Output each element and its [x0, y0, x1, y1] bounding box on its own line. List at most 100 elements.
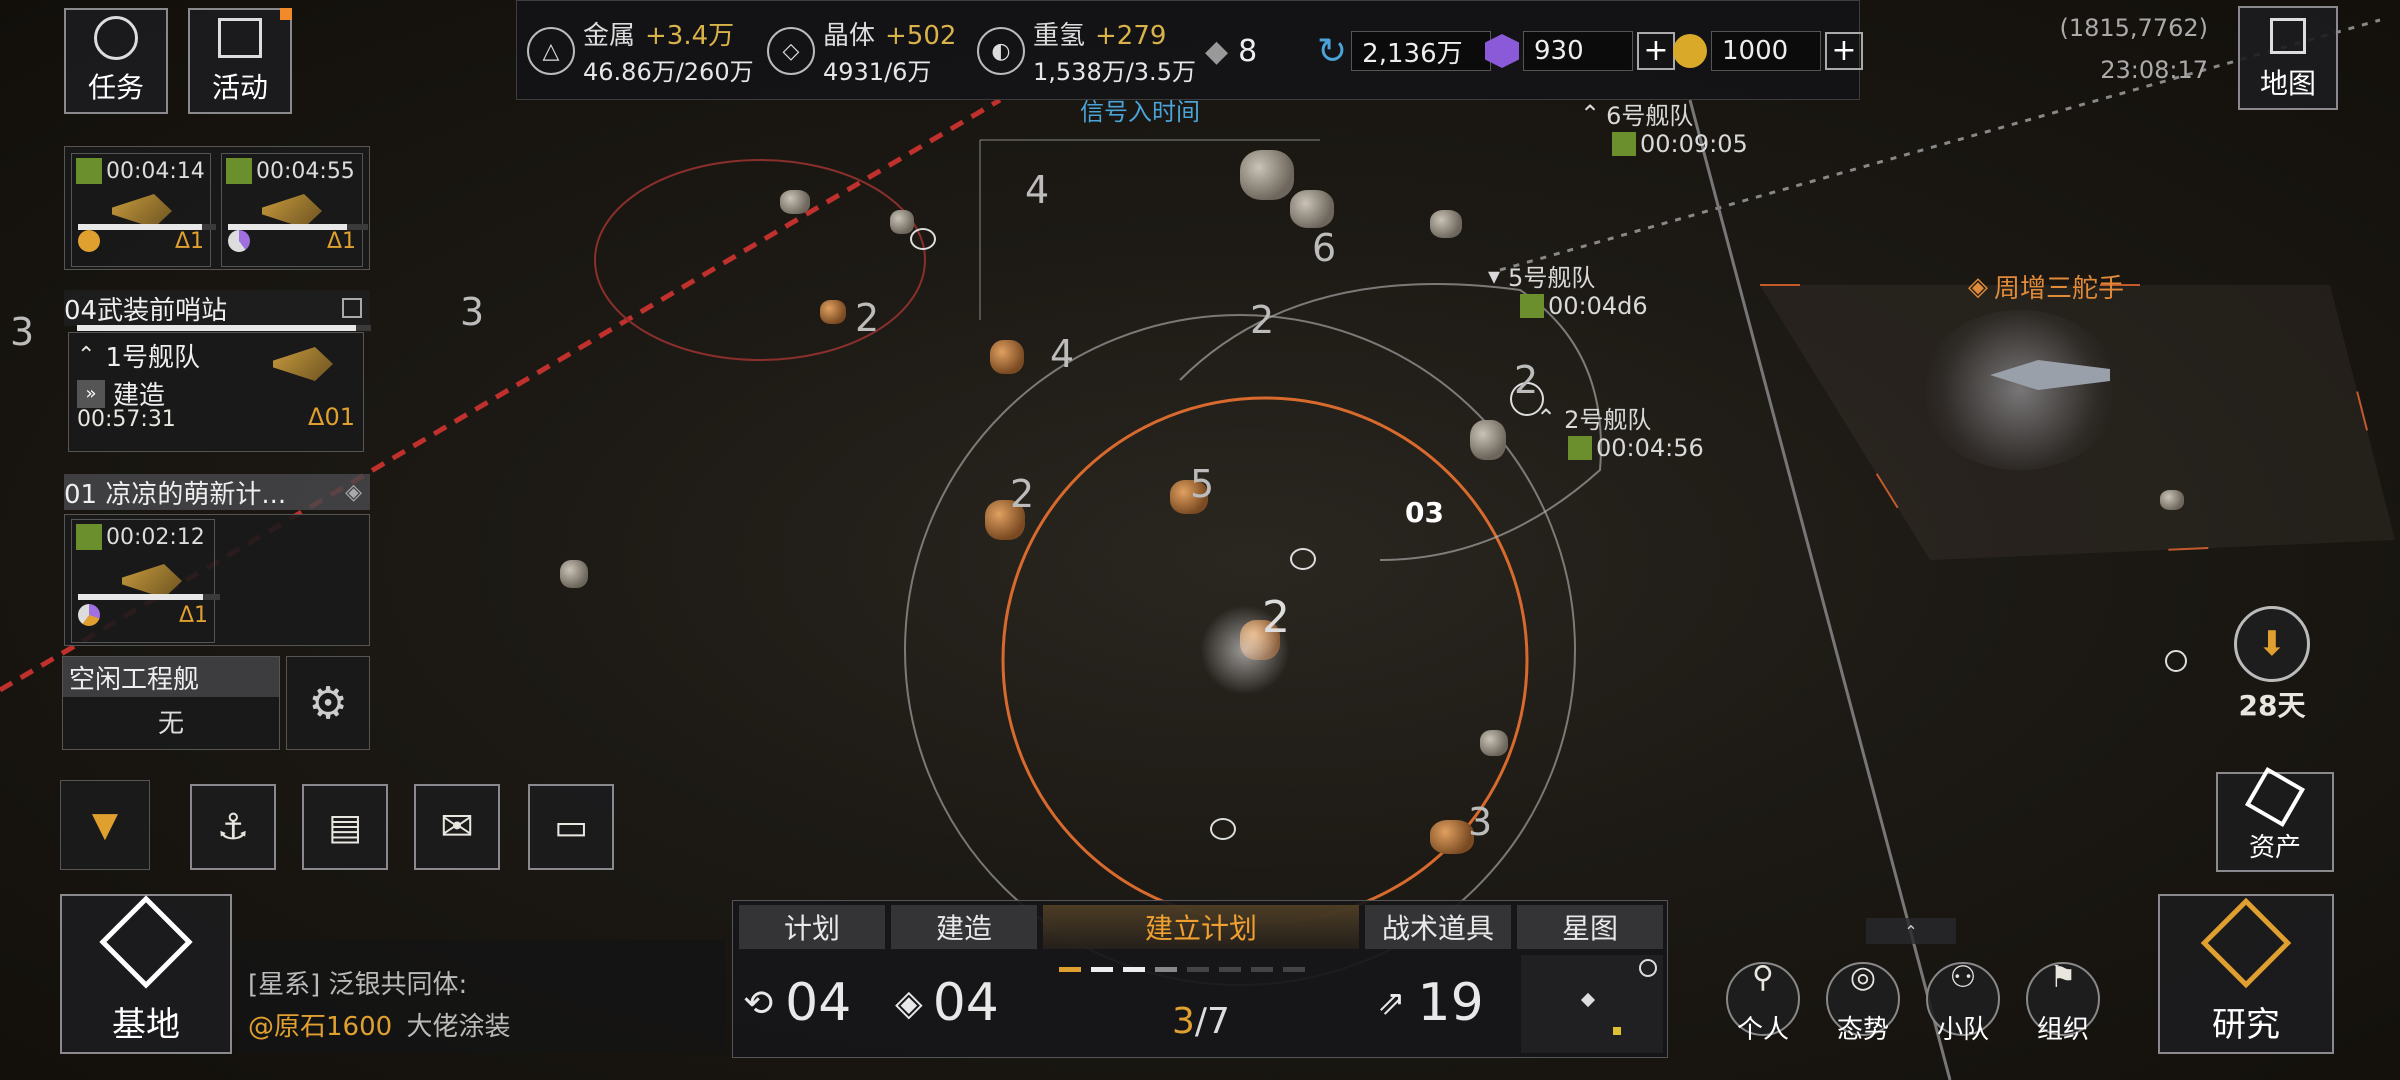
- minimap-marker-icon: [1639, 959, 1657, 977]
- credits[interactable]: ↻ 2,136万: [1317, 27, 1492, 75]
- tab-build[interactable]: 建造: [891, 905, 1037, 949]
- map-label: 地图: [2259, 67, 2316, 100]
- gold-value: 1000: [1711, 31, 1821, 71]
- notification-dot: [280, 8, 292, 20]
- personal-button[interactable]: ⚲ 个人: [1726, 960, 1800, 1045]
- fleet5-timer: 00:04d6: [1520, 292, 1648, 320]
- slot-1[interactable]: 00:04:14 Δ1: [71, 153, 216, 267]
- fleet-count[interactable]: ◆ 8: [1205, 27, 1257, 75]
- alliance-slots: 00:02:12 Δ1: [64, 514, 370, 646]
- plan-panel: 计划 建造 建立计划 战术道具 星图 ⟲ 04 ◈ 04 3/7 ⇗ 19: [732, 900, 1668, 1058]
- organization-button[interactable]: ⚑ 组织: [2026, 960, 2100, 1045]
- tab-tactical-label: 战术道具: [1381, 912, 1494, 945]
- tab-tactical[interactable]: 战术道具: [1365, 905, 1511, 949]
- situation-button[interactable]: ◎ 态势: [1826, 960, 1900, 1045]
- asteroid: [820, 300, 846, 324]
- slot-2[interactable]: 00:04:55 Δ1: [221, 153, 368, 267]
- triangle-down-icon: ▼: [91, 805, 119, 845]
- fleet-count-value: 8: [1238, 33, 1258, 69]
- crystal-capacity: 4931/6万: [823, 58, 932, 86]
- level-number: 6: [1312, 226, 1337, 270]
- tab-starmap[interactable]: 星图: [1517, 905, 1663, 949]
- tab-plan[interactable]: 计划: [739, 905, 885, 949]
- activity-button[interactable]: 活动: [188, 8, 292, 114]
- minimap-dot-icon: [1613, 1027, 1621, 1035]
- research-icon: [2200, 897, 2292, 989]
- collapse-menu-button[interactable]: ▼: [60, 780, 150, 870]
- chat-channel: [星系] 泛银共同体:: [248, 970, 468, 1000]
- mail-button[interactable]: ✉: [414, 784, 500, 870]
- expand-tray-button[interactable]: ⌃: [1866, 918, 1956, 944]
- tactical-icon: ⇗: [1377, 983, 1406, 1023]
- add-premium-button[interactable]: +: [1637, 32, 1675, 70]
- fleet-dispatch-icon: ⚓: [216, 806, 250, 848]
- alliance-header[interactable]: 01 凉凉的萌新计... ◈: [64, 474, 370, 510]
- chat-icon: ▭: [553, 806, 588, 848]
- alliance-title: 01 凉凉的萌新计...: [64, 479, 287, 510]
- squad-button[interactable]: ⚇ 小队: [1926, 960, 2000, 1045]
- slot-3[interactable]: 00:02:12 Δ1: [71, 519, 220, 643]
- enemy-ship[interactable]: [1920, 310, 2120, 470]
- premium-currency[interactable]: 930 +: [1485, 27, 1675, 75]
- fleet1-card[interactable]: ⌃ 1号舰队 » 建造 00:57:31 Δ01: [68, 325, 371, 452]
- base-button[interactable]: 基地: [60, 894, 232, 1054]
- crystal-income: +502: [885, 21, 957, 51]
- idle-engineer-panel[interactable]: 空闲工程舰 无: [62, 656, 280, 750]
- plan-progress[interactable]: 3/7: [1043, 1001, 1359, 1042]
- fleet6-timer: 00:09:05: [1612, 130, 1748, 158]
- build-icon: ◈: [895, 982, 923, 1024]
- resource-node[interactable]: [1210, 818, 1236, 840]
- deuterium-resource[interactable]: ◐ 重氢 +279 1,538万/3.5万: [977, 11, 1196, 91]
- shortcut-button-2[interactable]: ▤: [302, 784, 388, 870]
- activity-label: 活动: [211, 71, 268, 104]
- chat-preview[interactable]: [星系] 泛银共同体: @原石1600 大佬涂装: [236, 940, 726, 1054]
- build-value-text: 04: [932, 973, 999, 1033]
- crystal-badge: [228, 230, 250, 252]
- metal-resource[interactable]: △ 金属 +3.4万 46.86万/260万: [527, 11, 754, 91]
- map-icon: [2270, 18, 2306, 54]
- fleet5-label[interactable]: ▾ 5号舰队: [1488, 258, 1595, 293]
- idle-value: 无: [157, 709, 184, 739]
- production-slots: 00:04:14 Δ1 00:04:55 Δ1: [64, 146, 370, 270]
- crystal-resource[interactable]: ◇ 晶体 +502 4931/6万: [767, 11, 956, 91]
- clock: 23:08:17: [2100, 56, 2208, 84]
- outpost-header[interactable]: 04武装前哨站: [64, 290, 370, 326]
- engineer-settings-button[interactable]: ⚙: [286, 656, 370, 750]
- idle-title-text: 空闲工程舰: [69, 664, 200, 695]
- asteroid: [560, 560, 588, 588]
- task-button[interactable]: 任务: [64, 8, 168, 114]
- plan-value[interactable]: ⟲ 04: [743, 973, 851, 1033]
- progress-current: 3: [1172, 1001, 1195, 1042]
- gold-currency[interactable]: 1000 +: [1673, 27, 1863, 75]
- tab-build-plan[interactable]: 建立计划: [1043, 905, 1359, 949]
- metal-icon: △: [527, 27, 575, 75]
- level-number: 5: [1190, 462, 1215, 506]
- slot1-timer: 00:04:14: [106, 158, 205, 184]
- resource-bar: △ 金属 +3.4万 46.86万/260万 ◇ 晶体 +502 4931/6万 ◐…: [516, 0, 1863, 100]
- resource-node[interactable]: [1290, 548, 1316, 570]
- resource-node[interactable]: [2165, 650, 2187, 672]
- assets-button[interactable]: 资产: [2216, 766, 2334, 872]
- shortcut-button-1[interactable]: ⚓: [190, 784, 276, 870]
- tactical-value[interactable]: ⇗ 19: [1377, 973, 1484, 1033]
- build-value[interactable]: ◈ 04: [895, 973, 999, 1033]
- calendar-button[interactable]: ⬇: [2234, 606, 2310, 682]
- research-button[interactable]: 研究: [2158, 894, 2334, 1054]
- chat-button[interactable]: ▭: [528, 784, 614, 870]
- gear-icon: ⚙: [308, 677, 348, 729]
- calendar-icon: ⬇: [2257, 624, 2287, 664]
- enemy-label[interactable]: ◈ 周增三舵手: [1968, 268, 2124, 305]
- fleet6-label[interactable]: ⌃ 6号舰队: [1580, 96, 1693, 131]
- add-gold-button[interactable]: +: [1825, 32, 1863, 70]
- chat-user: @原石1600: [248, 1012, 393, 1042]
- resource-node[interactable]: [910, 228, 936, 250]
- fleet-count-icon: ◆: [1205, 33, 1229, 69]
- map-button[interactable]: 地图: [2238, 6, 2338, 110]
- premium-icon: [1485, 34, 1519, 68]
- fleet2-label[interactable]: ⌃ 2号舰队: [1536, 400, 1651, 435]
- asteroid: [1240, 150, 1294, 200]
- base-label: 基地: [112, 1005, 180, 1045]
- minimap[interactable]: [1521, 955, 1663, 1053]
- chevron-up-icon: ⌃: [77, 343, 96, 368]
- deuterium-name: 重氢: [1033, 21, 1086, 51]
